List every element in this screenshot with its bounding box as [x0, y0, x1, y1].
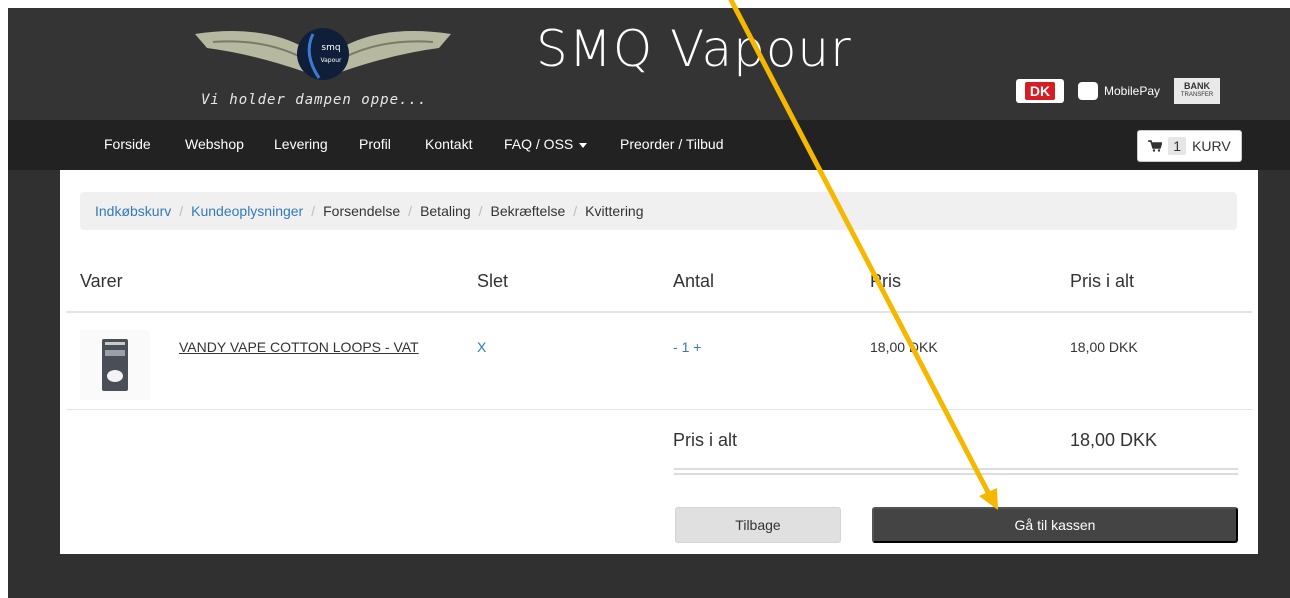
breadcrumb-step-receipt: Kvittering — [585, 203, 644, 219]
site-title[interactable]: SMQ Vapour — [536, 20, 852, 78]
checkout-breadcrumb: Indkøbskurv / Kundeoplysninger / Forsend… — [80, 192, 1237, 230]
quantity-decrease-button[interactable]: - — [673, 339, 678, 355]
winged-logo-icon: smq Vapour — [195, 28, 451, 80]
line-total: 18,00 DKK — [1070, 339, 1138, 355]
quantity-increase-button[interactable]: + — [693, 339, 701, 355]
main-navigation: Forside Webshop Levering Profil Kontakt … — [8, 120, 1290, 170]
column-header-quantity: Antal — [673, 271, 715, 291]
remove-item-button[interactable]: X — [477, 339, 486, 355]
quantity-value: 1 — [681, 339, 690, 355]
nav-forside[interactable]: Forside — [104, 136, 151, 152]
nav-webshop[interactable]: Webshop — [185, 136, 244, 152]
grand-total-value: 18,00 DKK — [1070, 430, 1158, 450]
quantity-stepper: - 1 + — [673, 339, 701, 355]
mobilepay-icon: MobilePay — [1074, 82, 1164, 100]
breadcrumb-step-customer[interactable]: Kundeoplysninger — [191, 203, 303, 219]
product-image-icon — [102, 339, 128, 391]
breadcrumb-separator: / — [179, 203, 184, 219]
product-thumbnail[interactable] — [80, 330, 150, 400]
tagline: Vi holder dampen oppe... — [201, 92, 428, 108]
breadcrumb-step-confirmation: Bekræftelse — [490, 203, 566, 219]
column-header-delete: Slet — [477, 271, 509, 291]
row-divider — [66, 409, 1252, 410]
column-header-total: Pris i alt — [1070, 271, 1135, 291]
cart-button[interactable]: 1 KURV — [1137, 130, 1242, 162]
nav-levering[interactable]: Levering — [274, 136, 328, 152]
bank-label: BANK — [1184, 81, 1211, 91]
mobilepay-logo-icon — [1078, 82, 1098, 100]
checkout-button[interactable]: Gå til kassen — [872, 507, 1238, 543]
mobilepay-label: MobilePay — [1104, 84, 1161, 98]
unit-price: 18,00 DKK — [870, 339, 938, 355]
page-frame: smq Vapour Vi holder dampen oppe... SMQ … — [8, 8, 1290, 598]
column-header-price: Pris — [870, 271, 901, 291]
breadcrumb-step-shipping: Forsendelse — [323, 203, 401, 219]
site-header: smq Vapour Vi holder dampen oppe... SMQ … — [8, 8, 1290, 120]
column-header-items: Varer — [80, 271, 123, 291]
table-header-divider — [66, 311, 1252, 313]
bank-transfer-icon: BANK TRANSFER — [1174, 78, 1221, 104]
nav-kontakt[interactable]: Kontakt — [425, 136, 472, 152]
payment-methods: DK MobilePay BANK TRANSFER — [1016, 76, 1221, 106]
nav-profil[interactable]: Profil — [359, 136, 391, 152]
nav-faq-label: FAQ / OSS — [504, 136, 574, 152]
logo-text-top: smq — [321, 43, 340, 53]
transfer-label: TRANSFER — [1180, 92, 1214, 98]
dankort-icon: DK — [1016, 79, 1064, 103]
logo[interactable]: smq Vapour Vi holder dampen oppe... — [193, 14, 453, 114]
nav-faq-dropdown[interactable]: FAQ / OSS — [504, 136, 588, 152]
back-button[interactable]: Tilbage — [675, 507, 841, 543]
grand-total-label: Pris i alt — [673, 430, 738, 450]
product-name-link[interactable]: VANDY VAPE COTTON LOOPS - VAT — [179, 339, 419, 355]
caret-down-icon — [579, 142, 588, 148]
logo-text-bottom: Vapour — [320, 57, 342, 64]
breadcrumb-separator: / — [573, 203, 578, 219]
breadcrumb-separator: / — [478, 203, 483, 219]
breadcrumb-separator: / — [408, 203, 413, 219]
breadcrumb-step-payment: Betaling — [420, 203, 471, 219]
breadcrumb-step-cart[interactable]: Indkøbskurv — [95, 203, 171, 219]
shopping-cart-icon — [1148, 140, 1163, 152]
total-divider — [674, 473, 1238, 475]
total-divider — [674, 468, 1238, 470]
dankort-label: DK — [1024, 82, 1056, 100]
cart-content: Indkøbskurv / Kundeoplysninger / Forsend… — [60, 170, 1258, 554]
breadcrumb-separator: / — [311, 203, 316, 219]
nav-preorder[interactable]: Preorder / Tilbud — [620, 136, 724, 152]
cart-label: KURV — [1192, 138, 1231, 154]
cart-count-badge: 1 — [1168, 137, 1187, 155]
